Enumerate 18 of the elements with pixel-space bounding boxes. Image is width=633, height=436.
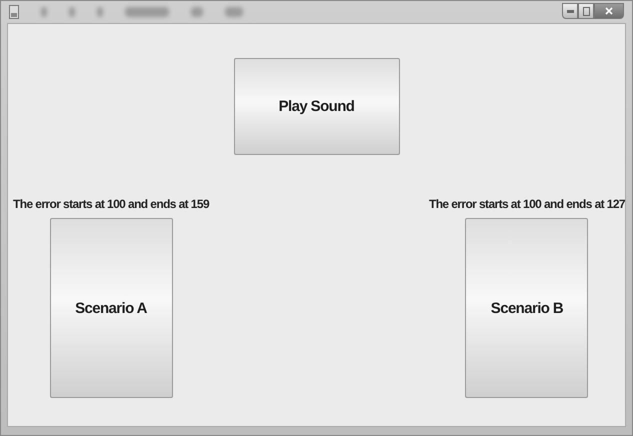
app-icon [9,5,19,19]
play-sound-button[interactable]: Play Sound [234,58,400,155]
toolbar-icon[interactable] [97,7,103,17]
minimize-button[interactable] [562,3,578,19]
toolbar-icon[interactable] [125,7,169,17]
maximize-button[interactable] [578,3,594,19]
toolbar-icon[interactable] [225,7,243,17]
close-icon [605,7,613,15]
maximize-icon [582,6,590,16]
toolbar-icon[interactable] [191,7,203,17]
error-range-label: The error starts at 100 and ends at 159 [13,197,210,211]
scenario-button[interactable]: Scenario A [50,218,173,398]
error-range-label: The error starts at 100 and ends at 127 [428,197,625,211]
close-button[interactable] [594,3,624,19]
minimize-icon [566,10,574,12]
scenario-button[interactable]: Scenario B [465,218,588,398]
toolbar-icon[interactable] [41,7,47,17]
toolbar-icon[interactable] [69,7,75,17]
